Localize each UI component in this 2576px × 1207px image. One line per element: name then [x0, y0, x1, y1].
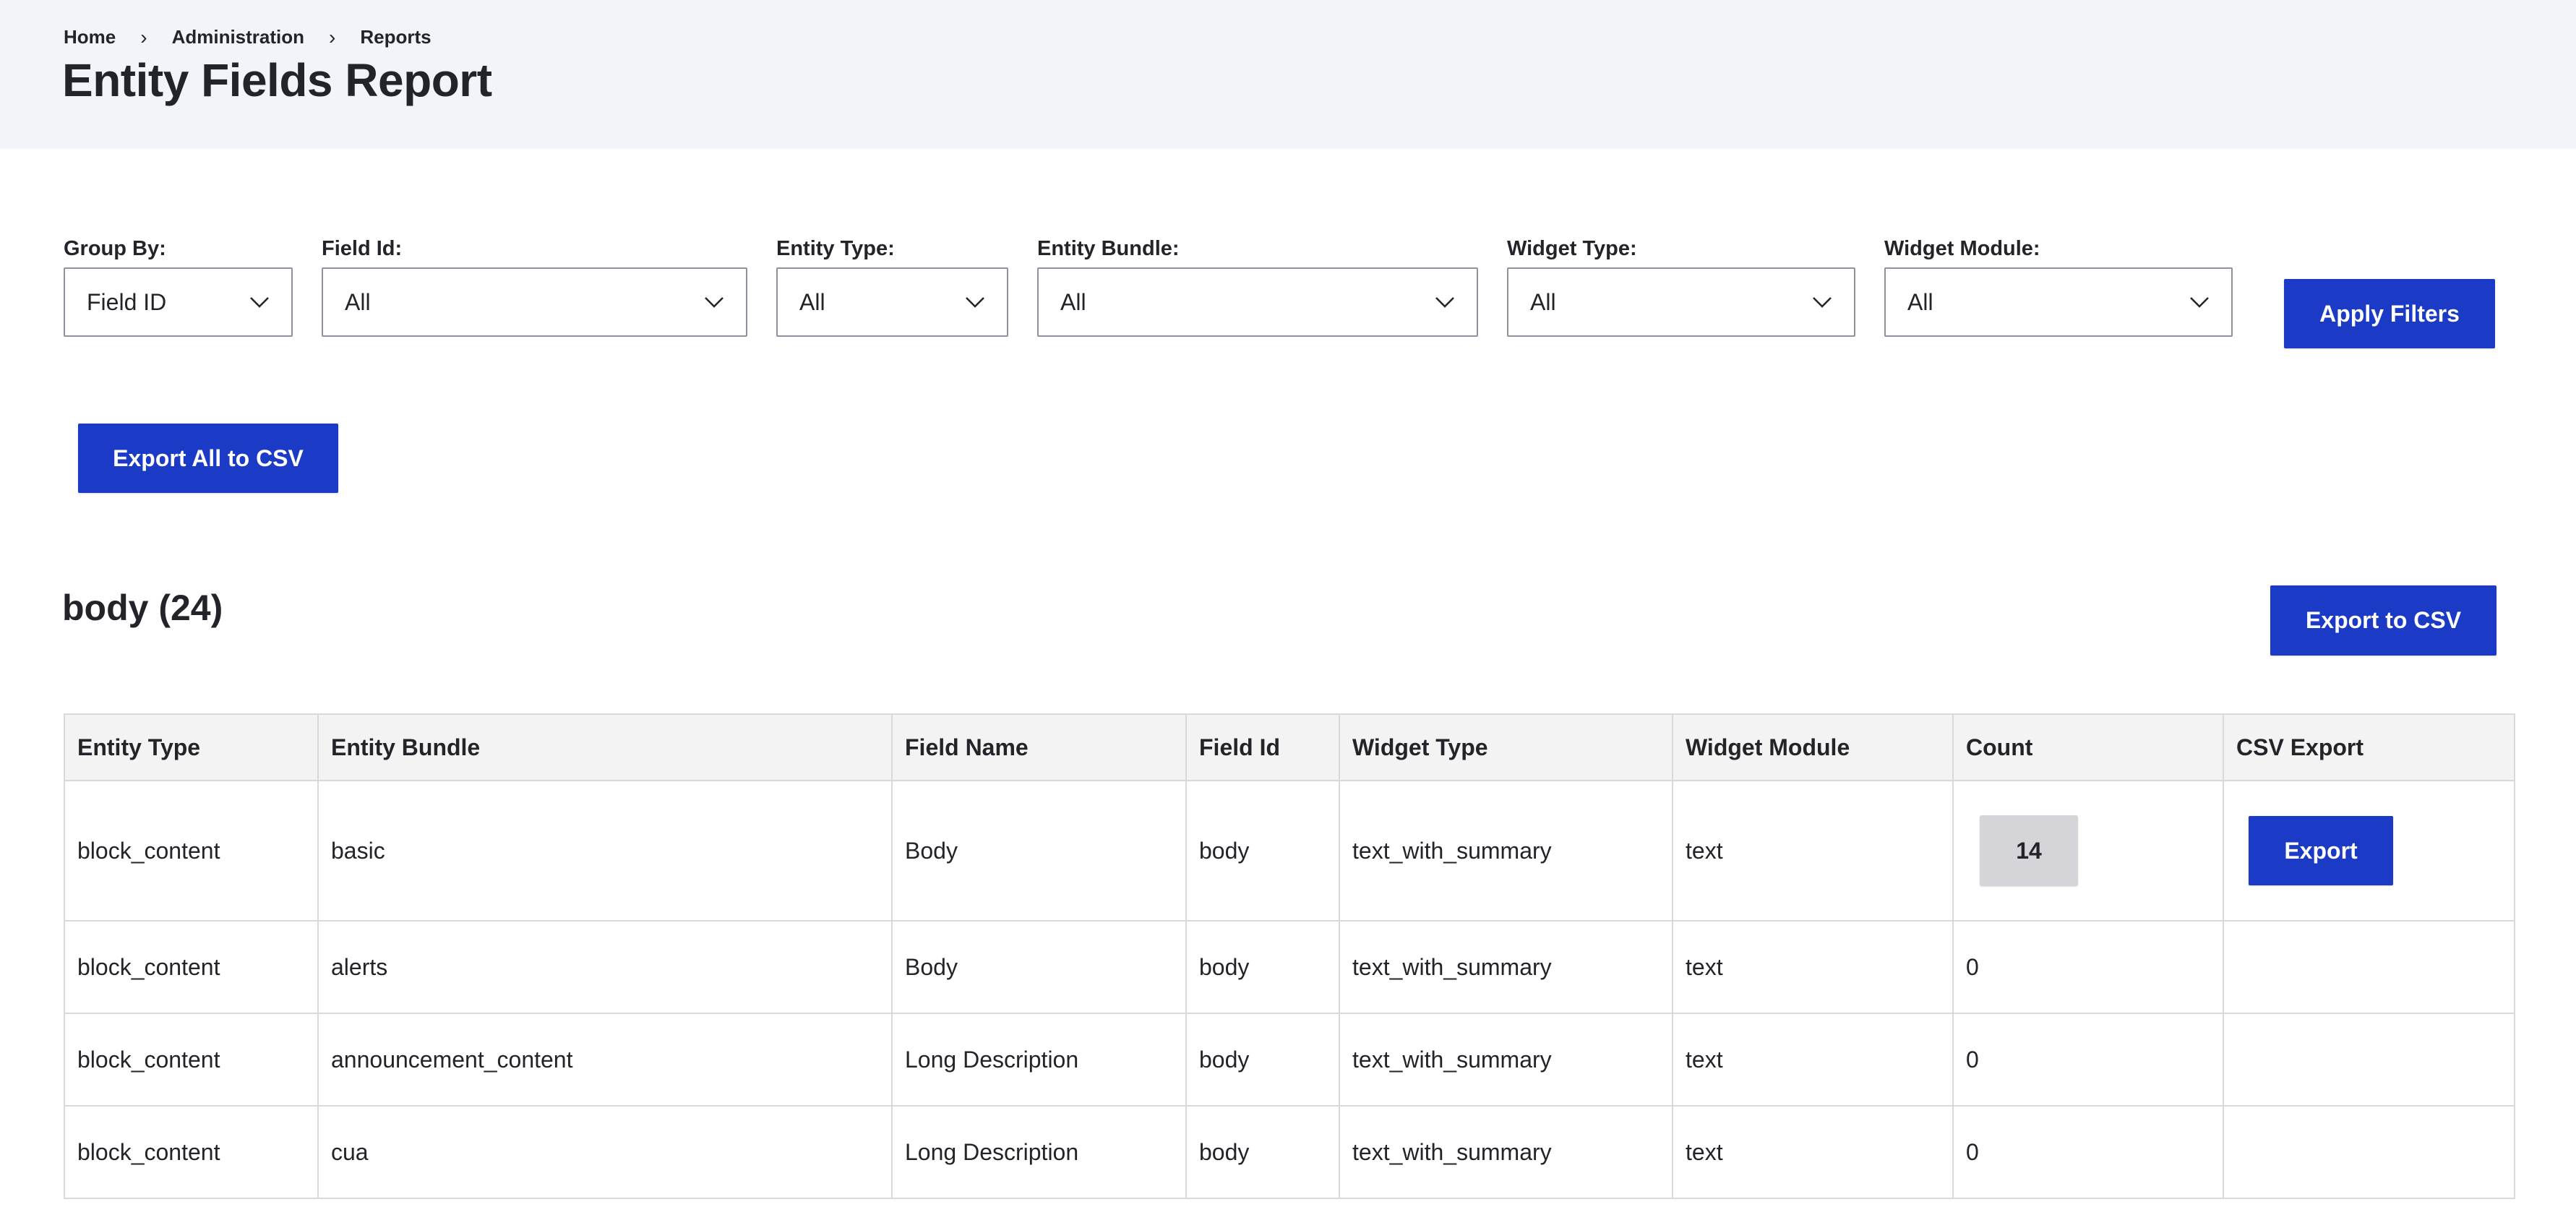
widget-type-label: Widget Type: [1507, 237, 1637, 260]
breadcrumb: Home › Administration › Reports [64, 26, 432, 48]
page-title: Entity Fields Report [62, 54, 492, 106]
cell-widget-module: text [1672, 1105, 1954, 1199]
cell-widget-type: text_with_summary [1339, 920, 1673, 1014]
chevron-down-icon [705, 297, 724, 308]
chevron-right-icon: › [329, 25, 336, 48]
cell-widget-type: text_with_summary [1339, 1013, 1673, 1107]
entity-type-value: All [799, 288, 825, 315]
cell-field-id: body [1185, 780, 1340, 922]
cell-csv-export [2223, 1105, 2515, 1199]
field-id-select[interactable]: All [322, 267, 747, 337]
group-heading: body (24) [62, 588, 223, 628]
cell-count: 0 [1952, 1105, 2224, 1199]
page-header: Home › Administration › Reports Entity F… [0, 0, 2576, 149]
cell-entity-type: block_content [64, 1105, 319, 1199]
entity-type-select[interactable]: All [776, 267, 1008, 337]
report-table: Entity Type Entity Bundle Field Name Fie… [64, 713, 2515, 1199]
cell-field-id: body [1185, 1013, 1340, 1107]
export-all-csv-button[interactable]: Export All to CSV [78, 424, 338, 493]
filter-widget-module: Widget Module: All [1884, 236, 2233, 337]
table-row: block_content alerts Body body text_with… [64, 920, 2515, 1014]
cell-field-id: body [1185, 920, 1340, 1014]
cell-widget-module: text [1672, 920, 1954, 1014]
export-group-csv-button[interactable]: Export to CSV [2270, 585, 2496, 656]
cell-widget-module: text [1672, 780, 1954, 922]
cell-entity-bundle: cua [317, 1105, 893, 1199]
chevron-right-icon: › [140, 25, 147, 48]
filter-group-by: Group By: Field ID [64, 236, 293, 337]
column-header-csv-export: CSV Export [2223, 713, 2515, 781]
entity-bundle-label: Entity Bundle: [1037, 237, 1180, 260]
group-by-label: Group By: [64, 237, 166, 260]
chevron-down-icon [2190, 297, 2209, 308]
table-row: block_content announcement_content Long … [64, 1013, 2515, 1107]
cell-entity-bundle: basic [317, 780, 893, 922]
widget-module-label: Widget Module: [1884, 237, 2040, 260]
filter-widget-type: Widget Type: All [1507, 236, 1855, 337]
row-export-button[interactable]: Export [2249, 816, 2393, 885]
cell-widget-type: text_with_summary [1339, 1105, 1673, 1199]
widget-module-select[interactable]: All [1884, 267, 2233, 337]
cell-widget-type: text_with_summary [1339, 780, 1673, 922]
table-header-row: Entity Type Entity Bundle Field Name Fie… [64, 713, 2515, 781]
chevron-down-icon [1813, 297, 1832, 308]
cell-count: 14 [1952, 780, 2224, 922]
cell-field-name: Body [891, 780, 1187, 922]
column-header-count: Count [1952, 713, 2224, 781]
cell-entity-type: block_content [64, 780, 319, 922]
column-header-entity-type: Entity Type [64, 713, 319, 781]
column-header-field-name: Field Name [891, 713, 1187, 781]
cell-entity-type: block_content [64, 920, 319, 1014]
column-header-widget-module: Widget Module [1672, 713, 1954, 781]
cell-csv-export: Export [2223, 780, 2515, 922]
chevron-down-icon [250, 297, 269, 308]
cell-csv-export [2223, 920, 2515, 1014]
cell-csv-export [2223, 1013, 2515, 1107]
entity-bundle-select[interactable]: All [1037, 267, 1478, 337]
cell-count: 0 [1952, 1013, 2224, 1107]
table-row: block_content cua Long Description body … [64, 1105, 2515, 1199]
cell-entity-bundle: announcement_content [317, 1013, 893, 1107]
column-header-widget-type: Widget Type [1339, 713, 1673, 781]
field-id-value: All [345, 288, 371, 315]
field-id-label: Field Id: [322, 237, 403, 260]
cell-widget-module: text [1672, 1013, 1954, 1107]
widget-type-select[interactable]: All [1507, 267, 1855, 337]
group-by-value: Field ID [87, 288, 167, 315]
chevron-down-icon [1435, 297, 1454, 308]
cell-entity-bundle: alerts [317, 920, 893, 1014]
filter-entity-type: Entity Type: All [776, 236, 1008, 337]
cell-field-id: body [1185, 1105, 1340, 1199]
widget-module-value: All [1907, 288, 1933, 315]
column-header-entity-bundle: Entity Bundle [317, 713, 893, 781]
apply-filters-button[interactable]: Apply Filters [2284, 279, 2495, 348]
breadcrumb-administration-link[interactable]: Administration [172, 26, 304, 48]
widget-type-value: All [1530, 288, 1556, 315]
filter-entity-bundle: Entity Bundle: All [1037, 236, 1478, 337]
cell-field-name: Long Description [891, 1105, 1187, 1199]
group-by-select[interactable]: Field ID [64, 267, 293, 337]
entity-type-label: Entity Type: [776, 237, 895, 260]
cell-field-name: Long Description [891, 1013, 1187, 1107]
filter-field-id: Field Id: All [322, 236, 747, 337]
cell-field-name: Body [891, 920, 1187, 1014]
entity-bundle-value: All [1060, 288, 1086, 315]
table-row: block_content basic Body body text_with_… [64, 780, 2515, 922]
column-header-field-id: Field Id [1185, 713, 1340, 781]
breadcrumb-reports-link[interactable]: Reports [360, 26, 431, 48]
count-badge[interactable]: 14 [1980, 815, 2078, 886]
breadcrumb-home-link[interactable]: Home [64, 26, 116, 48]
chevron-down-icon [966, 297, 984, 308]
cell-count: 0 [1952, 920, 2224, 1014]
cell-entity-type: block_content [64, 1013, 319, 1107]
